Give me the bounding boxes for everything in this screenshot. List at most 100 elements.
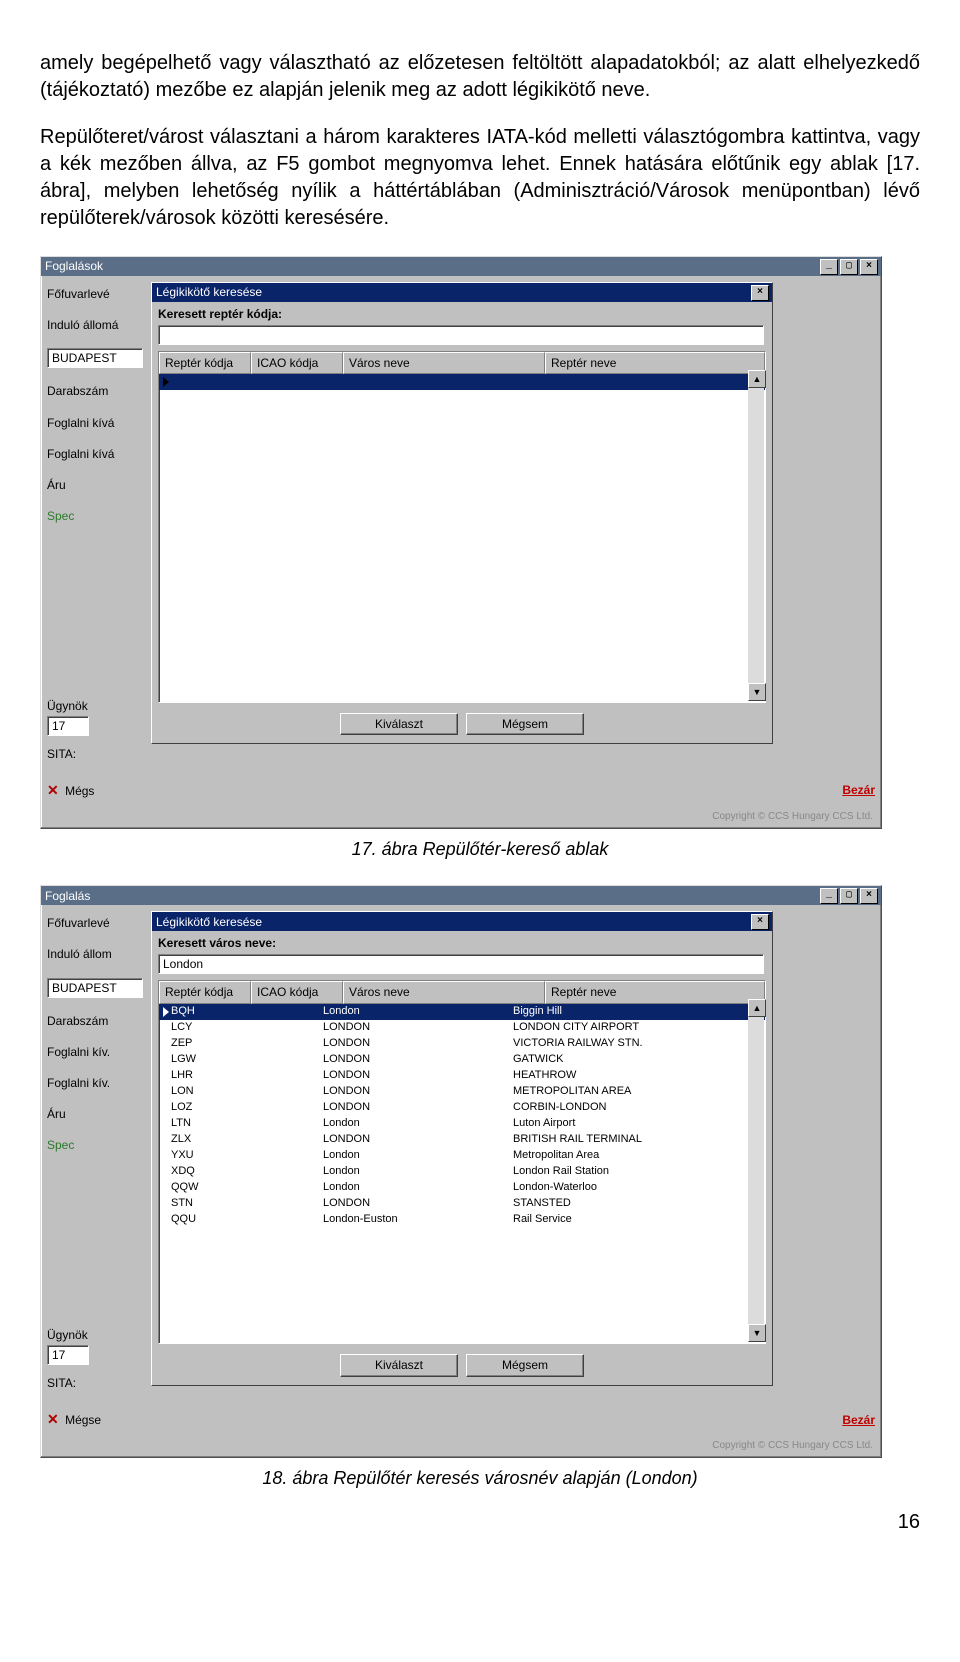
- list-row[interactable]: LONLONDONMETROPOLITAN AREA: [159, 1084, 765, 1100]
- scroll-up-2[interactable]: ▲: [748, 999, 766, 1017]
- cancel-button-1[interactable]: Mégsem: [466, 713, 584, 735]
- window-foglalas-2: Foglalás _ ▢ × Főfuvarlevé Induló állom …: [40, 885, 882, 1458]
- scroll-down-1[interactable]: ▼: [748, 683, 766, 701]
- cell-airport: HEATHROW: [513, 1068, 765, 1083]
- scroll-up-1[interactable]: ▲: [748, 370, 766, 388]
- cell-airport: METROPOLITAN AREA: [513, 1084, 765, 1099]
- col-icao-kodja[interactable]: ICAO kódja: [251, 352, 343, 374]
- input-ugynok[interactable]: 17: [47, 716, 89, 736]
- cell-airport: BRITISH RAIL TERMINAL: [513, 1132, 765, 1147]
- cell-code: LOZ: [159, 1100, 243, 1115]
- cell-airport: CORBIN-LONDON: [513, 1100, 765, 1115]
- search-input-1[interactable]: [158, 325, 764, 345]
- select-button-1[interactable]: Kiválaszt: [340, 713, 458, 735]
- cell-code: LTN: [159, 1116, 243, 1131]
- list-row[interactable]: ZEPLONDONVICTORIA RAILWAY STN.: [159, 1036, 765, 1052]
- cell-city: LONDON: [323, 1196, 513, 1211]
- minimize-button[interactable]: _: [820, 259, 838, 275]
- row-marker-icon: [163, 1007, 169, 1017]
- cell-airport: VICTORIA RAILWAY STN.: [513, 1036, 765, 1051]
- label-spec: Spec: [47, 508, 143, 524]
- list-header-1: Reptér kódja ICAO kódja Város neve Repté…: [159, 352, 765, 374]
- label-ugynok-2: Ügynök: [47, 1327, 89, 1343]
- popup-close-1[interactable]: ×: [751, 285, 769, 301]
- input-budapest-2[interactable]: BUDAPEST: [47, 978, 143, 998]
- bezar-link-2[interactable]: Bezár: [842, 1412, 875, 1428]
- popup-titlebar-1: Légikikötő keresése ×: [152, 283, 772, 302]
- list-row-empty[interactable]: [159, 374, 765, 390]
- input-ugynok-2[interactable]: 17: [47, 1345, 89, 1365]
- cancel-button-bg-2[interactable]: ✕ Mégse: [47, 1410, 101, 1429]
- col-varos-neve[interactable]: Város neve: [343, 352, 545, 374]
- label-sita: SITA:: [47, 746, 76, 762]
- minimize-button-2[interactable]: _: [820, 888, 838, 904]
- x-icon-2: ✕: [47, 1411, 59, 1427]
- cancel-button-bg-1[interactable]: ✕ Mégs: [47, 781, 94, 800]
- results-listbox-1[interactable]: Reptér kódja ICAO kódja Város neve Repté…: [158, 351, 766, 703]
- list-header-2: Reptér kódja ICAO kódja Város neve Repté…: [159, 981, 765, 1003]
- cell-code: XDQ: [159, 1164, 243, 1179]
- cell-city: LONDON: [323, 1084, 513, 1099]
- page-number: 16: [40, 1509, 920, 1536]
- col-repter-neve[interactable]: Reptér neve: [545, 352, 765, 374]
- search-input-2[interactable]: London: [158, 954, 764, 974]
- popup-title-1: Légikikötő keresése: [156, 284, 262, 300]
- bezar-link-1[interactable]: Bezár: [842, 782, 875, 798]
- col-repter-kodja[interactable]: Reptér kódja: [159, 352, 251, 374]
- label-foglalni1-2: Foglalni kív.: [47, 1044, 143, 1060]
- col-varos-neve-2[interactable]: Város neve: [343, 981, 545, 1003]
- list-row[interactable]: XDQ LondonLondon Rail Station: [159, 1164, 765, 1180]
- copyright-2: Copyright © CCS Hungary CCS Ltd.: [708, 1438, 877, 1454]
- list-row[interactable]: LGWLONDONGATWICK: [159, 1052, 765, 1068]
- list-row[interactable]: STNLONDONSTANSTED: [159, 1196, 765, 1212]
- list-row[interactable]: ZLXLONDONBRITISH RAIL TERMINAL: [159, 1132, 765, 1148]
- cell-airport: Luton Airport: [513, 1116, 765, 1131]
- row-marker-icon: [163, 377, 169, 387]
- popup-airport-search-1: Légikikötő keresése × Keresett reptér kó…: [151, 282, 773, 744]
- left-labels-2: Főfuvarlevé Induló állom BUDAPEST Darabs…: [47, 915, 143, 1153]
- list-row[interactable]: YXULondonMetropolitan Area: [159, 1148, 765, 1164]
- cell-city: London: [323, 1180, 513, 1195]
- list-row[interactable]: QQULondon-EustonRail Service: [159, 1212, 765, 1228]
- maximize-button[interactable]: ▢: [840, 259, 858, 275]
- col-repter-kodja-2[interactable]: Reptér kódja: [159, 981, 251, 1003]
- scroll-down-2[interactable]: ▼: [748, 1324, 766, 1342]
- titlebar-1: Foglalások _ ▢ ×: [41, 257, 881, 276]
- cell-city: London: [323, 1164, 513, 1179]
- titlebar-2: Foglalás _ ▢ ×: [41, 886, 881, 905]
- popup-titlebar-2: Légikikötő keresése ×: [152, 912, 772, 931]
- cell-city: LONDON: [323, 1020, 513, 1035]
- copyright-1: Copyright © CCS Hungary CCS Ltd.: [708, 809, 877, 825]
- cell-airport: London Rail Station: [513, 1164, 765, 1179]
- list-row[interactable]: LCYLONDONLONDON CITY AIRPORT: [159, 1020, 765, 1036]
- popup-title-2: Légikikötő keresése: [156, 914, 262, 930]
- cell-city: London: [323, 1148, 513, 1163]
- caption-fig18: 18. ábra Repülőtér keresés városnév alap…: [40, 1466, 920, 1490]
- col-repter-neve-2[interactable]: Reptér neve: [545, 981, 765, 1003]
- close-button[interactable]: ×: [860, 259, 878, 275]
- cell-city: LONDON: [323, 1100, 513, 1115]
- label-fofuvarlevel-2: Főfuvarlevé: [47, 915, 143, 931]
- input-budapest[interactable]: BUDAPEST: [47, 348, 143, 368]
- label-sita-2: SITA:: [47, 1375, 76, 1391]
- scrollbar-1[interactable]: ▲ ▼: [748, 370, 764, 701]
- cell-code: LHR: [159, 1068, 243, 1083]
- cell-airport: London-Waterloo: [513, 1180, 765, 1195]
- cell-code: BQH: [159, 1004, 243, 1019]
- list-row[interactable]: LOZ LONDONCORBIN-LONDON: [159, 1100, 765, 1116]
- select-button-2[interactable]: Kiválaszt: [340, 1354, 458, 1376]
- cell-airport: Biggin Hill: [513, 1004, 765, 1019]
- popup-close-2[interactable]: ×: [751, 914, 769, 930]
- list-row[interactable]: LHRLONDONHEATHROW: [159, 1068, 765, 1084]
- maximize-button-2[interactable]: ▢: [840, 888, 858, 904]
- cell-airport: LONDON CITY AIRPORT: [513, 1020, 765, 1035]
- list-row[interactable]: BQHLondonBiggin Hill: [159, 1004, 765, 1020]
- label-darabszam: Darabszám: [47, 383, 143, 399]
- scrollbar-2[interactable]: ▲ ▼: [748, 999, 764, 1342]
- results-listbox-2[interactable]: Reptér kódja ICAO kódja Város neve Repté…: [158, 980, 766, 1344]
- list-row[interactable]: LTNLondonLuton Airport: [159, 1116, 765, 1132]
- close-button-2[interactable]: ×: [860, 888, 878, 904]
- col-icao-kodja-2[interactable]: ICAO kódja: [251, 981, 343, 1003]
- list-row[interactable]: QQWLondonLondon-Waterloo: [159, 1180, 765, 1196]
- cancel-button-2[interactable]: Mégsem: [466, 1354, 584, 1376]
